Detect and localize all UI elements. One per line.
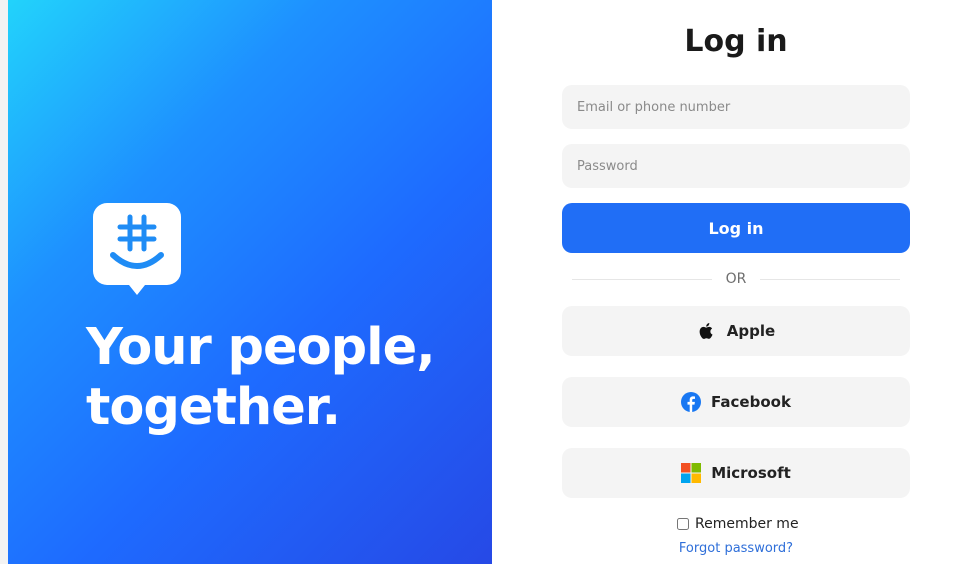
facebook-login-label: Facebook <box>711 393 791 411</box>
remember-me[interactable]: Remember me <box>677 515 799 533</box>
login-button[interactable]: Log in <box>562 203 910 253</box>
facebook-login-button[interactable]: Facebook <box>562 377 910 427</box>
divider-line-right <box>760 279 900 280</box>
facebook-icon <box>681 392 702 412</box>
forgot-password-link[interactable]: Forgot password? <box>562 540 910 558</box>
login-title: Log in <box>684 24 788 59</box>
tagline-line-1: Your people, <box>86 318 436 377</box>
remember-me-label: Remember me <box>695 516 799 532</box>
microsoft-login-label: Microsoft <box>711 464 791 482</box>
remember-me-checkbox[interactable] <box>677 518 689 530</box>
or-divider: OR <box>572 270 900 288</box>
tagline-line-2: together. <box>86 378 341 437</box>
apple-icon <box>697 321 717 341</box>
apple-login-button[interactable]: Apple <box>562 306 910 356</box>
hero-panel: Your people, together. <box>8 0 492 564</box>
hero-tagline: Your people, together. <box>86 318 436 438</box>
groupme-logo-icon <box>93 203 181 295</box>
page-edge <box>0 0 8 564</box>
microsoft-icon <box>681 463 702 483</box>
microsoft-login-button[interactable]: Microsoft <box>562 448 910 498</box>
apple-login-label: Apple <box>726 322 776 340</box>
password-input[interactable] <box>562 144 910 188</box>
email-input[interactable] <box>562 85 910 129</box>
